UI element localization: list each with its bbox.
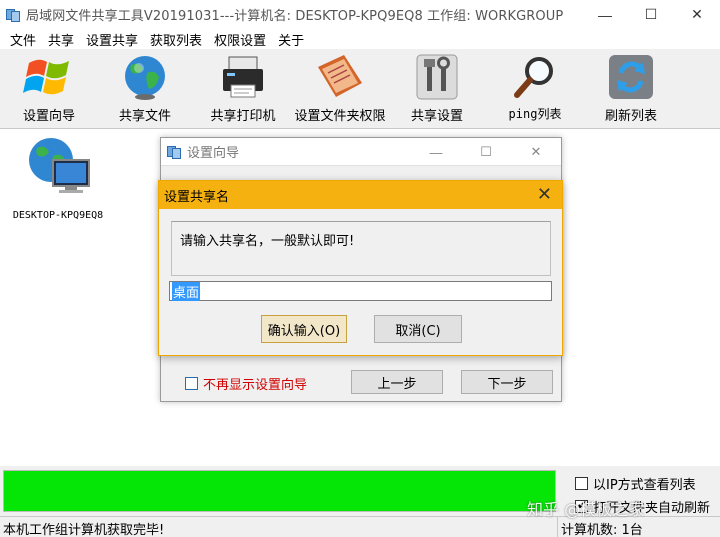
share-name-dialog: 设置共享名 ✕ 请输入共享名，一般默认即可! 桌面 确认输入(O) 取消(C) <box>158 180 563 356</box>
settings-tools-icon <box>411 53 463 101</box>
ip-view-label: 以IP方式查看列表 <box>593 478 696 493</box>
folder-permission-tool-label: 设置文件夹权限 <box>294 109 386 124</box>
share-files-tool-label: 共享文件 <box>118 109 171 124</box>
menu-file[interactable]: 文件 <box>4 30 42 49</box>
menu-bar: 文件 共享 设置共享 获取列表 权限设置 关于 <box>0 29 720 49</box>
menu-permissions[interactable]: 权限设置 <box>208 30 272 49</box>
folder-permission-icon <box>314 53 366 101</box>
wizard-footer: 不再显示设置向导 上一步 下一步 <box>161 366 561 398</box>
wizard-tool-label: 设置向导 <box>22 109 75 124</box>
menu-set-share[interactable]: 设置共享 <box>80 30 144 49</box>
watermark: 知乎 @模板之家 <box>527 500 645 519</box>
dialog-title: 设置共享名 <box>164 189 230 205</box>
share-name-value: 桌面 <box>172 281 201 301</box>
window-title: 局域网文件共享工具V20191031---计算机名: DESKTOP-KPQ9E… <box>26 9 564 24</box>
window-controls: — ☐ ✕ <box>582 0 720 29</box>
dialog-prompt-box: 请输入共享名，一般默认即可! <box>171 221 551 276</box>
share-printer-tool-button[interactable]: 共享打印机 <box>206 51 280 127</box>
computer-count: 计算机数: 1台 <box>557 517 643 537</box>
wizard-maximize-button[interactable]: ☐ <box>461 138 511 166</box>
confirm-input-button[interactable]: 确认输入(O) <box>261 315 347 343</box>
menu-about[interactable]: 关于 <box>272 30 310 49</box>
wizard-window-controls: — ☐ ✕ <box>411 138 561 166</box>
computer-name: DESKTOP-KPQ9EQ8 <box>12 210 104 221</box>
no-show-wizard-option[interactable]: 不再显示设置向导 <box>185 374 307 393</box>
next-step-button[interactable]: 下一步 <box>461 370 553 394</box>
network-computer-icon <box>23 134 93 200</box>
folder-permission-tool-button[interactable]: 设置文件夹权限 <box>292 51 388 127</box>
close-button[interactable]: ✕ <box>674 0 720 29</box>
wizard-tool-button[interactable]: 设置向导 <box>18 51 80 127</box>
wizard-app-icon <box>167 145 181 159</box>
share-printer-tool-label: 共享打印机 <box>210 109 276 124</box>
printer-icon <box>217 53 269 101</box>
maximize-button[interactable]: ☐ <box>628 0 674 29</box>
dialog-title-bar: 设置共享名 ✕ <box>159 181 562 209</box>
ip-view-checkbox[interactable] <box>575 477 588 490</box>
menu-get-list[interactable]: 获取列表 <box>144 30 208 49</box>
no-show-wizard-label: 不再显示设置向导 <box>203 378 308 393</box>
share-settings-tool-button[interactable]: 共享设置 <box>406 51 468 127</box>
magnifier-icon <box>509 53 561 101</box>
progress-bar <box>3 470 556 512</box>
dialog-prompt: 请输入共享名，一般默认即可! <box>180 234 355 249</box>
status-message: 本机工作组计算机获取完毕! <box>3 523 165 537</box>
refresh-list-tool-button[interactable]: 刷新列表 <box>600 51 662 127</box>
wizard-minimize-button[interactable]: — <box>411 138 461 166</box>
share-files-tool-button[interactable]: 共享文件 <box>114 51 176 127</box>
windows-logo-icon <box>23 53 75 101</box>
refresh-list-tool-label: 刷新列表 <box>604 109 657 124</box>
ping-list-tool-label: ping列表 <box>508 107 562 121</box>
cancel-button[interactable]: 取消(C) <box>374 315 462 343</box>
app-icon <box>6 8 20 22</box>
title-bar: 局域网文件共享工具V20191031---计算机名: DESKTOP-KPQ9E… <box>0 0 720 29</box>
menu-share[interactable]: 共享 <box>42 30 80 49</box>
ip-view-option[interactable]: 以IP方式查看列表 <box>575 474 696 493</box>
share-settings-tool-label: 共享设置 <box>410 109 463 124</box>
minimize-button[interactable]: — <box>582 0 628 29</box>
refresh-icon <box>605 53 657 101</box>
progress-fill <box>4 471 555 511</box>
globe-icon <box>119 53 171 101</box>
toolbar: 设置向导 共享文件 共享打印机 设置文件夹权限 共享设置 ping列表 刷新列表 <box>0 49 720 129</box>
wizard-close-button[interactable]: ✕ <box>511 138 561 166</box>
no-show-wizard-checkbox[interactable] <box>185 377 198 390</box>
computer-item[interactable]: DESKTOP-KPQ9EQ8 <box>8 134 108 221</box>
ping-list-tool-button[interactable]: ping列表 <box>500 51 570 127</box>
wizard-title: 设置向导 <box>187 146 240 161</box>
dialog-close-button[interactable]: ✕ <box>537 184 552 205</box>
share-name-input[interactable]: 桌面 <box>169 281 552 301</box>
previous-step-button[interactable]: 上一步 <box>351 370 443 394</box>
